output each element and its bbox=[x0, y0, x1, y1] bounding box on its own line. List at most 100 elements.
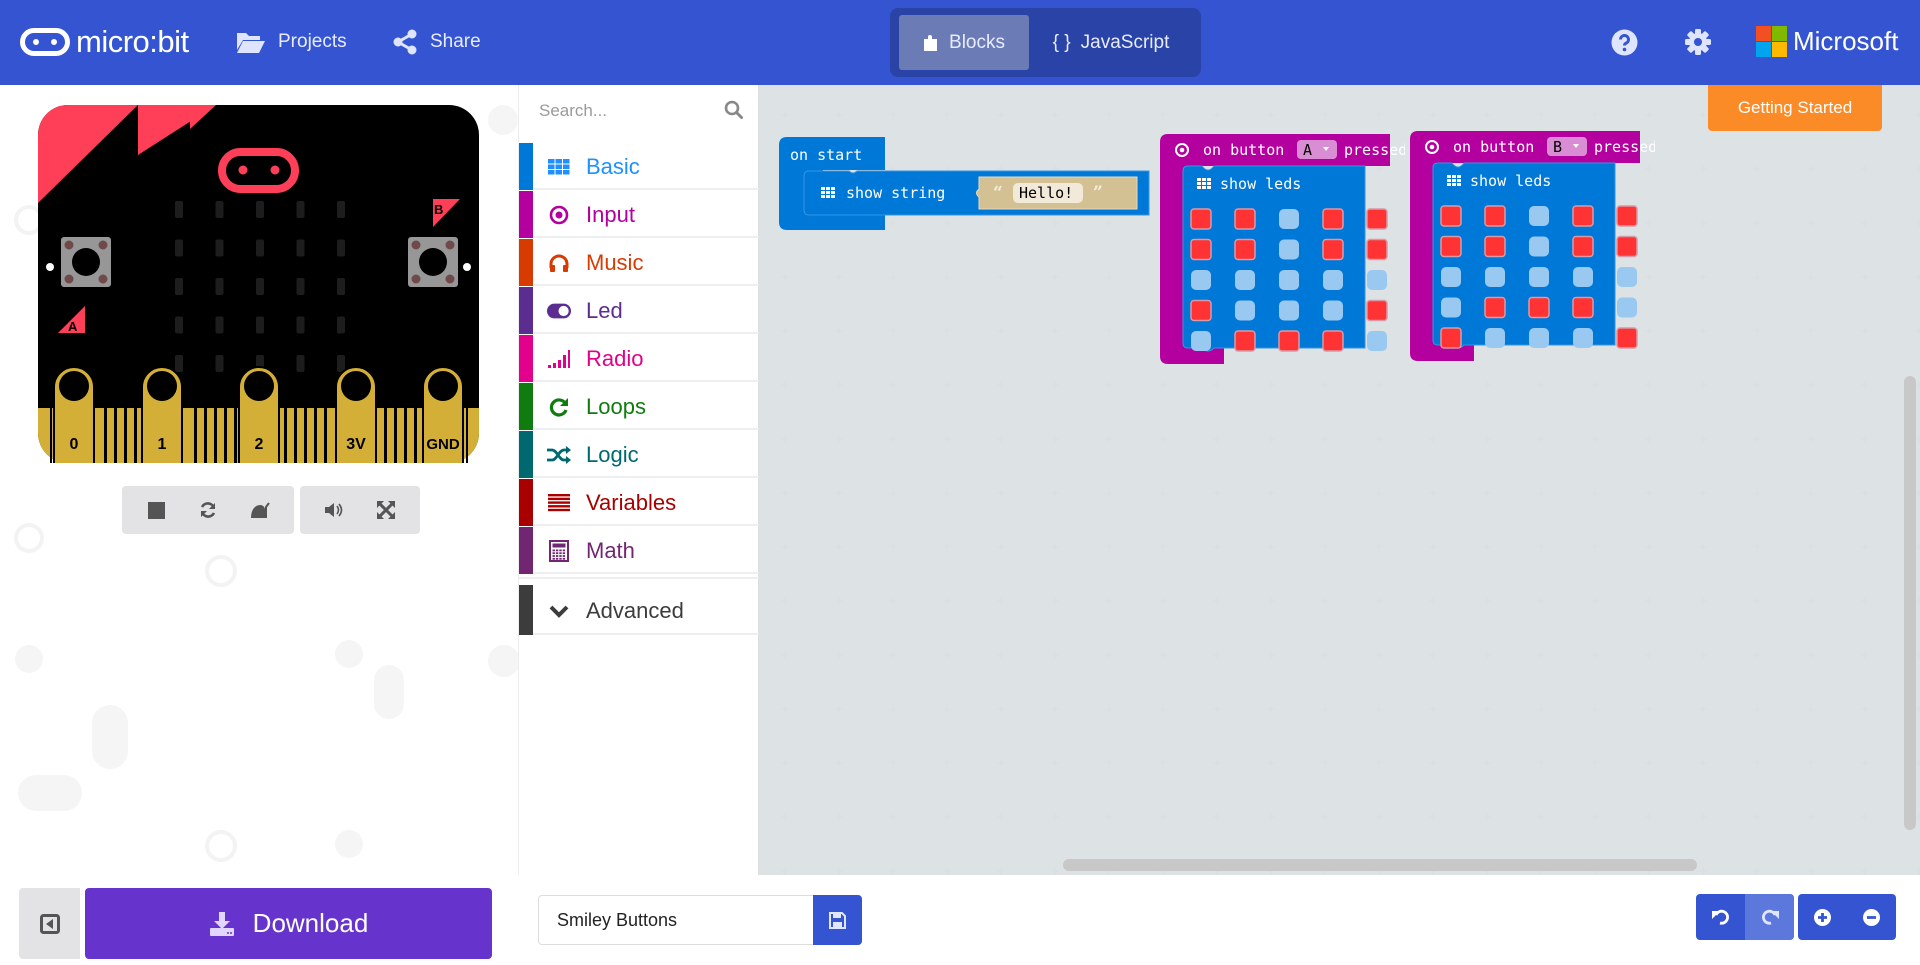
projects-button[interactable]: Projects bbox=[236, 26, 347, 58]
zoom-in-button[interactable] bbox=[1798, 894, 1847, 940]
mute-button[interactable] bbox=[308, 486, 360, 534]
category-math[interactable]: Math bbox=[519, 527, 759, 574]
search-icon[interactable] bbox=[724, 100, 743, 119]
led-cell[interactable] bbox=[1573, 328, 1593, 348]
led-cell[interactable] bbox=[1234, 208, 1256, 230]
blocks-workspace[interactable]: on start show string “ Hello! ” on butto… bbox=[759, 85, 1920, 875]
led-cell[interactable] bbox=[1484, 205, 1506, 227]
led-cell[interactable] bbox=[1191, 270, 1211, 290]
show-leds-block[interactable]: show leds bbox=[1432, 162, 1638, 349]
led-cell[interactable] bbox=[1572, 235, 1594, 258]
led-cell[interactable] bbox=[1616, 235, 1638, 258]
project-name-input[interactable] bbox=[538, 895, 814, 945]
led-cell[interactable] bbox=[1279, 300, 1299, 321]
led-cell[interactable] bbox=[1279, 209, 1299, 229]
led-cell[interactable] bbox=[1485, 267, 1505, 287]
led-cell[interactable] bbox=[1572, 205, 1594, 227]
led-cell[interactable] bbox=[1322, 238, 1344, 261]
led-cell[interactable] bbox=[1529, 236, 1549, 257]
led-cell[interactable] bbox=[1441, 267, 1461, 287]
category-logic[interactable]: Logic bbox=[519, 431, 759, 478]
fullscreen-button[interactable] bbox=[360, 486, 412, 534]
redo-button[interactable] bbox=[1745, 894, 1794, 940]
led-cell[interactable] bbox=[1235, 270, 1255, 290]
category-radio[interactable]: Radio bbox=[519, 335, 759, 382]
led-cell[interactable] bbox=[1572, 296, 1594, 319]
category-loops[interactable]: Loops bbox=[519, 383, 759, 430]
download-button[interactable]: Download bbox=[85, 888, 492, 959]
led-cell[interactable] bbox=[1366, 238, 1388, 261]
on-start-block[interactable]: on start show string “ Hello! ” bbox=[779, 137, 1159, 237]
led-cell[interactable] bbox=[1235, 300, 1255, 321]
pin-3v[interactable]: 3V bbox=[335, 366, 377, 463]
microbit-logo[interactable]: micro:bit bbox=[20, 24, 189, 59]
on-button-a-block[interactable]: on button Apressed show leds bbox=[1160, 134, 1405, 374]
led-cell[interactable] bbox=[1441, 297, 1461, 318]
category-input[interactable]: Input bbox=[519, 191, 759, 238]
led-cell[interactable] bbox=[1617, 297, 1637, 318]
microsoft-logo[interactable]: Microsoft bbox=[1756, 26, 1898, 57]
led-cell[interactable] bbox=[1484, 235, 1506, 258]
save-button[interactable] bbox=[813, 895, 862, 945]
undo-button[interactable] bbox=[1696, 894, 1745, 940]
settings-button[interactable] bbox=[1683, 27, 1713, 57]
category-advanced[interactable]: Advanced bbox=[519, 585, 759, 635]
show-leds-block[interactable]: show leds bbox=[1182, 165, 1388, 352]
led-cell[interactable] bbox=[1616, 205, 1638, 227]
zoom-out-button[interactable] bbox=[1847, 894, 1896, 940]
led-cell[interactable] bbox=[1529, 328, 1549, 348]
led-cell[interactable] bbox=[1529, 267, 1549, 287]
toggle-simulator-button[interactable] bbox=[19, 888, 80, 959]
vertical-scrollbar[interactable] bbox=[1904, 376, 1916, 830]
led-cell[interactable] bbox=[1323, 270, 1343, 290]
horizontal-scrollbar[interactable] bbox=[1063, 859, 1697, 871]
on-button-b-block[interactable]: on button Bpressed show leds bbox=[1410, 131, 1655, 371]
led-cell[interactable] bbox=[1366, 299, 1388, 322]
pin-1[interactable]: 1 bbox=[141, 366, 183, 463]
led-cell[interactable] bbox=[1484, 296, 1506, 319]
category-led[interactable]: Led bbox=[519, 287, 759, 334]
share-button[interactable]: Share bbox=[392, 26, 481, 58]
led-cell[interactable] bbox=[1190, 299, 1212, 322]
pin-2[interactable]: 2 bbox=[238, 366, 280, 463]
led-cell[interactable] bbox=[1573, 267, 1593, 287]
led-cell[interactable] bbox=[1234, 238, 1256, 261]
led-cell[interactable] bbox=[1440, 327, 1462, 349]
led-cell[interactable] bbox=[1322, 208, 1344, 230]
led-cell[interactable] bbox=[1616, 327, 1638, 349]
category-basic[interactable]: Basic bbox=[519, 143, 759, 190]
led-cell[interactable] bbox=[1322, 330, 1344, 352]
pin-gnd[interactable]: GND bbox=[422, 366, 464, 463]
tab-javascript[interactable]: { } JavaScript bbox=[1029, 15, 1193, 70]
led-cell[interactable] bbox=[1440, 205, 1462, 227]
led-cell[interactable] bbox=[1485, 328, 1505, 348]
category-variables[interactable]: Variables bbox=[519, 479, 759, 526]
led-cell[interactable] bbox=[1279, 270, 1299, 290]
button-dropdown[interactable]: B bbox=[1547, 137, 1587, 156]
search-input[interactable] bbox=[539, 97, 719, 125]
category-music[interactable]: Music bbox=[519, 239, 759, 286]
led-cell[interactable] bbox=[1529, 206, 1549, 226]
led-cell[interactable] bbox=[1367, 270, 1387, 290]
led-cell[interactable] bbox=[1190, 238, 1212, 261]
button-dropdown[interactable]: A bbox=[1297, 140, 1337, 159]
led-cell[interactable] bbox=[1528, 296, 1550, 319]
led-cell[interactable] bbox=[1191, 331, 1211, 351]
show-string-block[interactable]: show string “ Hello! ” bbox=[803, 170, 1150, 216]
led-cell[interactable] bbox=[1323, 300, 1343, 321]
pin-0[interactable]: 0 bbox=[53, 366, 95, 463]
led-cell[interactable] bbox=[1440, 235, 1462, 258]
led-cell[interactable] bbox=[1366, 208, 1388, 230]
microbit-board[interactable]: A B 0 1 2 3V GND bbox=[38, 105, 479, 463]
led-cell[interactable] bbox=[1367, 331, 1387, 351]
stop-button[interactable] bbox=[130, 486, 182, 534]
led-cell[interactable] bbox=[1279, 239, 1299, 260]
led-cell[interactable] bbox=[1190, 208, 1212, 230]
restart-button[interactable] bbox=[182, 486, 234, 534]
led-cell[interactable] bbox=[1234, 330, 1256, 352]
led-cell[interactable] bbox=[1617, 267, 1637, 287]
string-value[interactable]: Hello! bbox=[1019, 184, 1073, 202]
tab-blocks[interactable]: Blocks bbox=[899, 15, 1029, 70]
slow-mo-button[interactable] bbox=[234, 486, 286, 534]
led-cell[interactable] bbox=[1278, 330, 1300, 352]
